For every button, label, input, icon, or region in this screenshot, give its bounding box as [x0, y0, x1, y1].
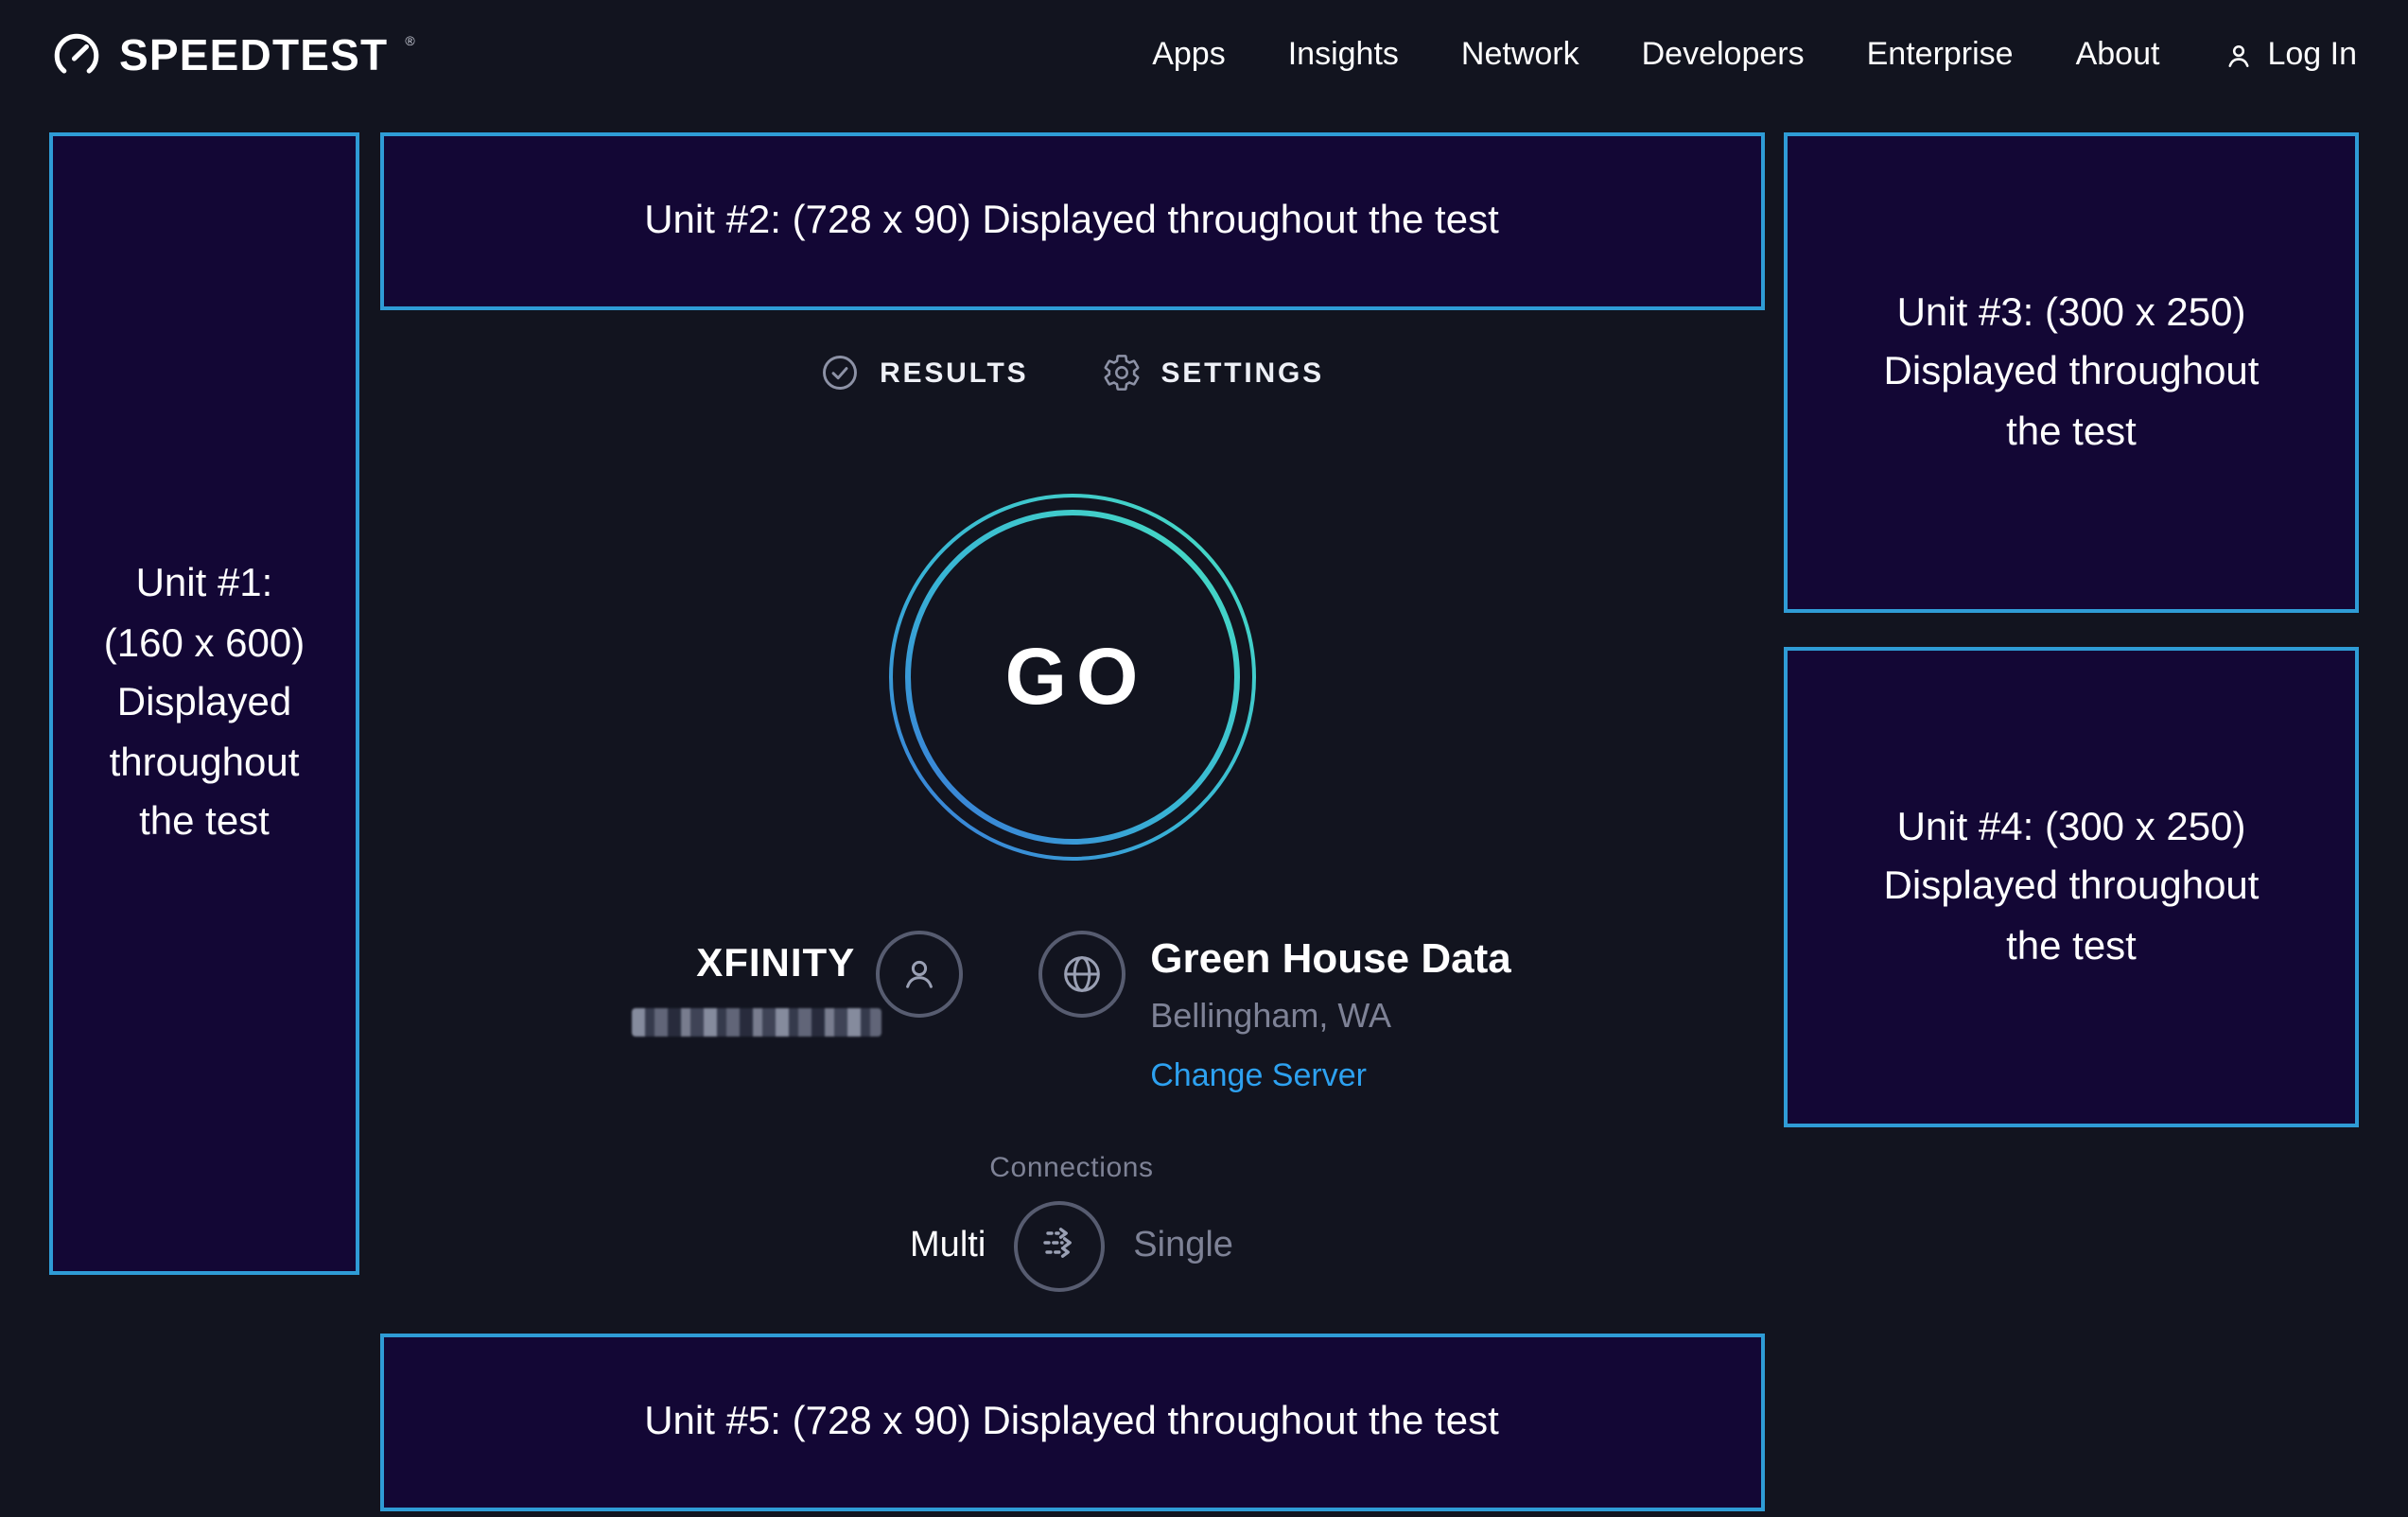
- logo-wordmark: SPEEDTEST: [119, 29, 388, 80]
- left-ad-rail: Unit #1:(160 x 600)Displayedthroughoutth…: [49, 132, 359, 1275]
- speedtest-page: SPEEDTEST ® Apps Insights Network Develop…: [0, 0, 2408, 1517]
- connections-toggle[interactable]: [1014, 1201, 1105, 1292]
- nav-item-about[interactable]: About: [2076, 36, 2160, 74]
- server-location: Bellingham, WA: [1150, 997, 1510, 1037]
- ad-unit-2[interactable]: Unit #2: (728 x 90) Displayed throughout…: [379, 132, 1764, 310]
- nav-menu: Apps Insights Network Developers Enterpr…: [1152, 36, 2357, 74]
- test-column: Unit #2: (728 x 90) Displayed throughout…: [359, 132, 1784, 1511]
- connections-section: Connections Multi: [910, 1152, 1233, 1292]
- ad-unit-4[interactable]: Unit #4: (300 x 250)Displayed throughout…: [1784, 647, 2359, 1127]
- redacted-ip-address: [632, 1008, 881, 1037]
- server-info: Green House Data Bellingham, WA Change S…: [1150, 934, 1510, 1095]
- nav-item-insights[interactable]: Insights: [1288, 36, 1399, 74]
- ad-unit-1-text: Unit #1:(160 x 600)Displayedthroughoutth…: [104, 555, 305, 853]
- go-label: GO: [886, 492, 1257, 863]
- server-block: Green House Data Bellingham, WA Change S…: [1038, 931, 1510, 1095]
- tab-settings[interactable]: SETTINGS: [1100, 352, 1323, 393]
- logo-trademark: ®: [405, 35, 414, 48]
- multi-arrows-icon: [1035, 1217, 1084, 1276]
- settings-tab-label: SETTINGS: [1160, 357, 1323, 389]
- ad-unit-3[interactable]: Unit #3: (300 x 250)Displayed throughout…: [1784, 132, 2359, 613]
- tab-results[interactable]: RESULTS: [819, 352, 1028, 393]
- isp-info: XFINITY: [632, 942, 855, 1037]
- connections-single-option[interactable]: Single: [1133, 1226, 1233, 1267]
- globe-icon[interactable]: [1038, 931, 1125, 1018]
- isp-block: XFINITY: [632, 931, 963, 1037]
- login-label: Log In: [2267, 36, 2357, 74]
- top-nav: SPEEDTEST ® Apps Insights Network Develop…: [0, 0, 2408, 110]
- ad-unit-3-text: Unit #3: (300 x 250)Displayed throughout…: [1884, 284, 2260, 462]
- right-ad-rail: Unit #3: (300 x 250)Displayed throughout…: [1784, 132, 2359, 1127]
- nav-item-network[interactable]: Network: [1461, 36, 1579, 74]
- main-content: Unit #1:(160 x 600)Displayedthroughoutth…: [0, 110, 2408, 1511]
- ad-unit-4-text: Unit #4: (300 x 250)Displayed throughout…: [1884, 798, 2260, 977]
- isp-name: XFINITY: [632, 942, 855, 987]
- user-icon: [2222, 39, 2254, 71]
- isp-user-icon[interactable]: [876, 931, 963, 1018]
- ad-unit-2-text: Unit #2: (728 x 90) Displayed throughout…: [644, 192, 1499, 252]
- connections-multi-option[interactable]: Multi: [910, 1226, 986, 1267]
- results-tab-label: RESULTS: [880, 357, 1028, 389]
- nav-item-enterprise[interactable]: Enterprise: [1867, 36, 2014, 74]
- ad-unit-1[interactable]: Unit #1:(160 x 600)Displayedthroughoutth…: [49, 132, 359, 1275]
- nav-item-apps[interactable]: Apps: [1152, 36, 1226, 74]
- ad-unit-5[interactable]: Unit #5: (728 x 90) Displayed throughout…: [379, 1334, 1764, 1511]
- login-button[interactable]: Log In: [2222, 36, 2357, 74]
- view-tabs: RESULTS SETTINGS: [819, 352, 1324, 393]
- speedometer-icon: [51, 29, 102, 80]
- connections-label: Connections: [910, 1152, 1233, 1184]
- gear-icon: [1100, 352, 1142, 393]
- ad-unit-5-text: Unit #5: (728 x 90) Displayed throughout…: [644, 1393, 1499, 1453]
- test-meta: XFINITY: [632, 931, 1510, 1095]
- server-name: Green House Data: [1150, 934, 1510, 984]
- go-button[interactable]: GO: [886, 492, 1257, 863]
- connections-toggle-row: Multi Sing: [910, 1201, 1233, 1292]
- speedtest-logo[interactable]: SPEEDTEST ®: [51, 29, 415, 80]
- nav-item-developers[interactable]: Developers: [1642, 36, 1805, 74]
- check-circle-icon: [819, 352, 861, 393]
- change-server-link[interactable]: Change Server: [1150, 1057, 1367, 1095]
